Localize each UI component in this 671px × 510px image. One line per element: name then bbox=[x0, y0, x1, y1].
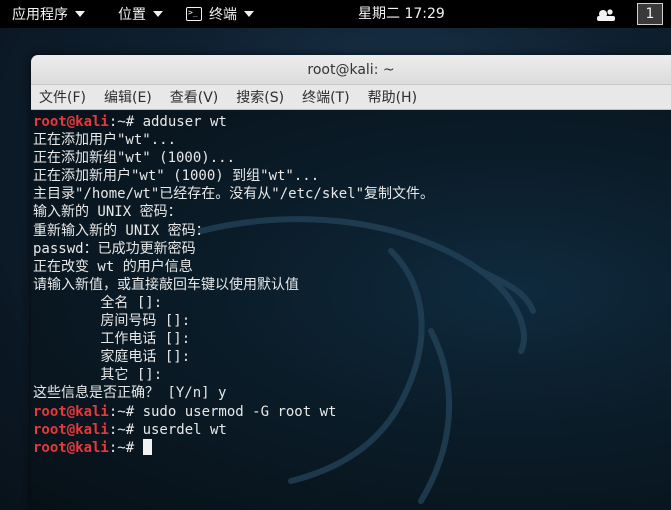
terminal-output-line: 家庭电话 []: bbox=[33, 349, 191, 366]
menu-bar: 文件(F) 编辑(E) 查看(V) 搜索(S) 终端(T) 帮助(H) bbox=[31, 85, 671, 110]
prompt-user: root@kali bbox=[33, 403, 109, 420]
terminal-output-line: 工作电话 []: bbox=[33, 331, 191, 348]
applications-menu[interactable]: 应用程序 bbox=[12, 0, 85, 28]
terminal-output-line: 全名 []: bbox=[33, 294, 163, 311]
command-text: sudo usermod -G root wt bbox=[142, 403, 337, 420]
prompt-path: :~# bbox=[108, 114, 143, 130]
terminal-output-line: passwd：已成功更新密码 bbox=[33, 240, 196, 257]
terminal-output-line: 房间号码 []: bbox=[33, 313, 191, 330]
terminal-icon: >_ bbox=[186, 7, 202, 21]
terminal-output-line: 正在添加新用户"wt" (1000) 到组"wt"... bbox=[33, 168, 320, 185]
terminal-area[interactable]: root@kali:~# adduser wt 正在添加用户"wt"... 正在添加… bbox=[31, 111, 671, 510]
terminal-app-menu[interactable]: >_ 终端 bbox=[186, 0, 254, 28]
prompt-path: :~# bbox=[108, 439, 143, 456]
terminal-output: root@kali:~# adduser wt 正在添加用户"wt"... 正在添加… bbox=[33, 113, 671, 457]
command-text: userdel wt bbox=[142, 421, 227, 438]
terminal-command-line: root@kali:~# bbox=[33, 438, 671, 457]
chevron-down-icon bbox=[75, 11, 85, 17]
terminal-window: root@kali: ~ 文件(F) 编辑(E) 查看(V) 搜索(S) 终端(… bbox=[31, 55, 671, 510]
terminal-output-line: 输入新的 UNIX 密码： bbox=[33, 204, 182, 221]
clock[interactable]: 星期二 17:29 bbox=[358, 0, 445, 28]
chevron-down-icon bbox=[153, 11, 163, 17]
terminal-output-line: 正在添加用户"wt"... bbox=[33, 132, 177, 149]
text-cursor bbox=[142, 438, 152, 455]
workspace-indicator[interactable]: 1 bbox=[637, 3, 663, 25]
terminal-app-label: 终端 bbox=[209, 7, 237, 23]
top-panel: 应用程序 位置 >_ 终端 星期二 17:29 1 bbox=[0, 0, 671, 28]
menu-terminal[interactable]: 终端(T) bbox=[293, 85, 358, 110]
menu-view[interactable]: 查看(V) bbox=[161, 85, 228, 110]
menu-file[interactable]: 文件(F) bbox=[31, 85, 95, 110]
prompt-path: :~# bbox=[108, 403, 143, 420]
menu-edit[interactable]: 编辑(E) bbox=[95, 85, 161, 110]
terminal-output-line: 主目录"/home/wt"已经存在。没有从"/etc/skel"复制文件。 bbox=[33, 186, 435, 203]
command-text: adduser wt bbox=[142, 114, 227, 130]
terminal-command-line: root@kali:~# adduser wt bbox=[33, 113, 671, 131]
menu-search[interactable]: 搜索(S) bbox=[227, 85, 293, 110]
terminal-output-line: 其它 []: bbox=[33, 367, 163, 384]
terminal-output-line: 这些信息是否正确？ [Y/n] y bbox=[33, 385, 227, 402]
places-label: 位置 bbox=[118, 7, 146, 23]
terminal-output-line: 正在添加新组"wt" (1000)... bbox=[33, 150, 236, 167]
chevron-down-icon bbox=[244, 11, 254, 17]
applications-label: 应用程序 bbox=[12, 7, 68, 23]
prompt-path: :~# bbox=[108, 421, 143, 438]
prompt-user: root@kali bbox=[33, 114, 109, 130]
terminal-output-line: 重新输入新的 UNIX 密码： bbox=[33, 222, 210, 239]
prompt-user: root@kali bbox=[33, 421, 109, 438]
terminal-command-line: root@kali:~# userdel wt bbox=[33, 421, 671, 439]
terminal-output-line: 请输入新值，或直接敲回车键以使用默认值 bbox=[33, 276, 299, 293]
window-title[interactable]: root@kali: ~ bbox=[31, 55, 671, 85]
terminal-command-line: root@kali:~# sudo usermod -G root wt bbox=[33, 403, 671, 421]
prompt-user: root@kali bbox=[33, 439, 109, 456]
terminal-output-line: 正在改变 wt 的用户信息 bbox=[33, 258, 193, 275]
system-status-icon[interactable] bbox=[597, 7, 615, 21]
menu-help[interactable]: 帮助(H) bbox=[359, 85, 426, 110]
places-menu[interactable]: 位置 bbox=[118, 0, 163, 28]
